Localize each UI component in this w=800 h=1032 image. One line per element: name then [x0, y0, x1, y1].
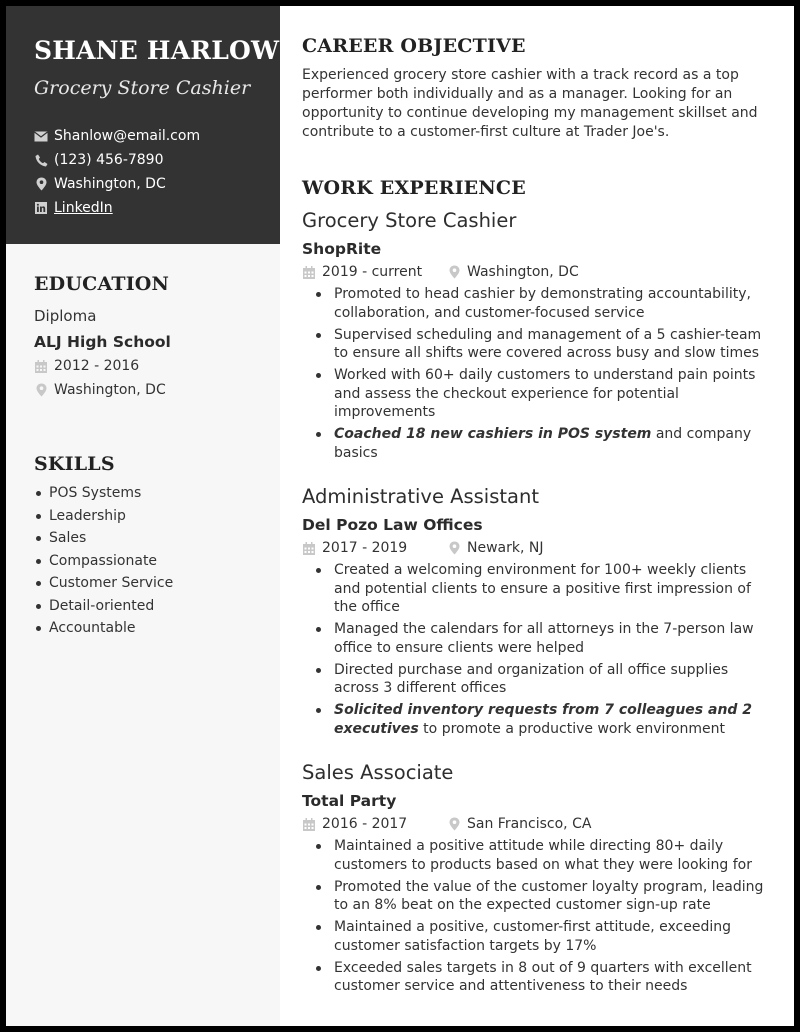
education-dates-row: 2012 - 2016: [34, 354, 280, 378]
job-bullets: Maintained a positive attitude while dir…: [302, 837, 764, 996]
job-bullet: Worked with 60+ daily customers to under…: [302, 366, 764, 422]
job-title: Grocery Store Cashier: [302, 209, 517, 232]
skill-item: POS Systems: [34, 482, 280, 505]
education-section: EDUCATION Diploma ALJ High School 2012 -…: [34, 272, 280, 402]
calendar-icon: [302, 265, 316, 279]
calendar-icon: [34, 359, 48, 373]
job-bullet: Solicited inventory requests from 7 coll…: [302, 701, 764, 738]
bullet-emphasis: Coached 18 new cashiers in POS system: [334, 426, 652, 442]
job-entry: Administrative Assistant Del Pozo Law Of…: [302, 484, 764, 738]
objective-section: CAREER OBJECTIVE Experienced grocery sto…: [302, 34, 764, 142]
job-bullets: Promoted to head cashier by demonstratin…: [302, 285, 764, 462]
education-heading: EDUCATION: [34, 273, 170, 295]
candidate-title: Grocery Store Cashier: [34, 77, 251, 99]
job-bullet: Promoted the value of the customer loyal…: [302, 878, 764, 915]
main-column: CAREER OBJECTIVE Experienced grocery sto…: [280, 6, 794, 1026]
education-school: ALJ High School: [34, 333, 171, 351]
map-pin-icon: [447, 817, 461, 831]
job-location: San Francisco, CA: [467, 816, 592, 832]
sidebar-body: EDUCATION Diploma ALJ High School 2012 -…: [6, 244, 280, 640]
work-experience-section: WORK EXPERIENCE Grocery Store Cashier Sh…: [302, 176, 764, 996]
phone-icon: [34, 153, 48, 167]
job-meta: 2017 - 2019 Newark, NJ: [302, 537, 764, 559]
skill-item: Customer Service: [34, 572, 280, 595]
job-dates: 2019 - current: [322, 264, 423, 280]
skills-heading: SKILLS: [34, 453, 115, 475]
company-name: Del Pozo Law Offices: [302, 516, 483, 534]
company-name: ShopRite: [302, 240, 382, 258]
candidate-name: SHANE HARLOW: [34, 36, 280, 65]
education-location: Washington, DC: [54, 382, 166, 398]
phone-text[interactable]: (123) 456-7890: [54, 152, 164, 168]
contact-location: Washington, DC: [34, 172, 280, 196]
job-bullets: Created a welcoming environment for 100+…: [302, 561, 764, 738]
skills-section: SKILLS POS Systems Leadership Sales Comp…: [34, 452, 280, 640]
job-location-group: Washington, DC: [447, 261, 579, 283]
job-bullet: Exceeded sales targets in 8 out of 9 qua…: [302, 959, 764, 996]
education-dates: 2012 - 2016: [54, 358, 140, 374]
job-bullet: Directed purchase and organization of al…: [302, 661, 764, 698]
work-heading: WORK EXPERIENCE: [302, 177, 526, 199]
job-dates: 2016 - 2017: [322, 816, 408, 832]
job-dates-group: 2019 - current: [302, 261, 447, 283]
contact-phone: (123) 456-7890: [34, 148, 280, 172]
job-list: Grocery Store Cashier ShopRite 2019 - cu…: [302, 208, 764, 996]
job-bullet: Promoted to head cashier by demonstratin…: [302, 285, 764, 322]
job-location-group: Newark, NJ: [447, 537, 543, 559]
email-text[interactable]: Shanlow@email.com: [54, 128, 200, 144]
job-bullet: Maintained a positive attitude while dir…: [302, 837, 764, 874]
company-name: Total Party: [302, 792, 397, 810]
job-location: Newark, NJ: [467, 540, 544, 556]
education-location-row: Washington, DC: [34, 378, 280, 402]
contact-list: Shanlow@email.com (123) 456-7890 Washing…: [34, 124, 280, 220]
job-title: Administrative Assistant: [302, 485, 539, 508]
job-dates: 2017 - 2019: [322, 540, 408, 556]
envelope-icon: [34, 129, 48, 143]
map-pin-icon: [447, 265, 461, 279]
job-entry: Grocery Store Cashier ShopRite 2019 - cu…: [302, 208, 764, 462]
job-bullet: Coached 18 new cashiers in POS system an…: [302, 425, 764, 462]
job-title: Sales Associate: [302, 761, 454, 784]
contact-email: Shanlow@email.com: [34, 124, 280, 148]
job-bullet: Managed the calendars for all attorneys …: [302, 620, 764, 657]
skill-item: Leadership: [34, 505, 280, 528]
job-bullet: Created a welcoming environment for 100+…: [302, 561, 764, 617]
skill-item: Detail-oriented: [34, 595, 280, 618]
job-bullet: Maintained a positive, customer-first at…: [302, 918, 764, 955]
job-location: Washington, DC: [467, 264, 579, 280]
job-bullet: Supervised scheduling and management of …: [302, 326, 764, 363]
location-text: Washington, DC: [54, 176, 166, 192]
sidebar: SHANE HARLOW Grocery Store Cashier Shanl…: [6, 6, 280, 1026]
job-dates-group: 2017 - 2019: [302, 537, 447, 559]
objective-heading: CAREER OBJECTIVE: [302, 35, 526, 57]
job-meta: 2019 - current Washington, DC: [302, 261, 764, 283]
job-entry: Sales Associate Total Party 2016 - 2017 …: [302, 760, 764, 996]
calendar-icon: [302, 541, 316, 555]
skill-item: Sales: [34, 527, 280, 550]
contact-linkedin: LinkedIn: [34, 196, 280, 220]
job-location-group: San Francisco, CA: [447, 813, 591, 835]
skill-item: Compassionate: [34, 550, 280, 573]
bullet-emphasis: Solicited inventory requests from 7 coll…: [334, 702, 753, 737]
skill-item: Accountable: [34, 617, 280, 640]
objective-text: Experienced grocery store cashier with a…: [302, 67, 758, 140]
job-meta: 2016 - 2017 San Francisco, CA: [302, 813, 764, 835]
resume-page: SHANE HARLOW Grocery Store Cashier Shanl…: [6, 6, 794, 1026]
skills-list: POS Systems Leadership Sales Compassiona…: [34, 482, 280, 640]
linkedin-icon: [34, 201, 48, 215]
map-pin-icon: [34, 383, 48, 397]
map-pin-icon: [34, 177, 48, 191]
job-dates-group: 2016 - 2017: [302, 813, 447, 835]
education-degree: Diploma: [34, 307, 97, 325]
header-block: SHANE HARLOW Grocery Store Cashier Shanl…: [6, 6, 280, 244]
calendar-icon: [302, 817, 316, 831]
map-pin-icon: [447, 541, 461, 555]
linkedin-link[interactable]: LinkedIn: [54, 200, 113, 216]
